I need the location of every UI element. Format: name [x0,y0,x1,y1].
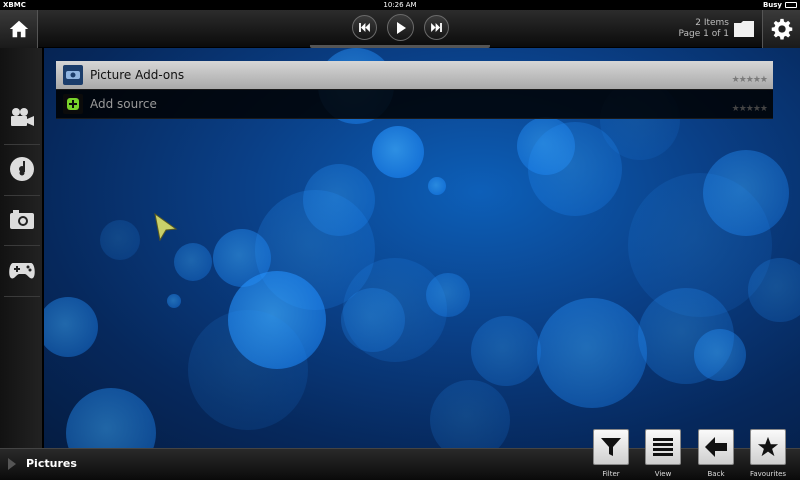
bokeh-circle [748,258,800,322]
list-item-label: Picture Add-ons [90,68,185,82]
filter-icon [601,438,621,456]
busy-status: Busy [762,1,782,9]
bokeh-circle [174,243,212,281]
next-track-button[interactable] [424,15,449,40]
side-nav [0,48,44,448]
bokeh-circle [38,297,98,357]
list-item[interactable]: Picture Add-ons ★★★★★ [56,61,773,90]
gear-icon [771,18,792,40]
view-label: View [654,470,672,478]
page-info: Page 1 of 1 [678,29,730,39]
list-view-icon [653,438,673,456]
bokeh-circle [471,316,541,386]
play-icon [396,21,406,34]
filter-label: Filter [602,470,620,478]
rating-stars: ★★★★★ [731,104,768,114]
folder-icon [734,20,754,41]
gamepad-icon [9,263,35,279]
top-bar-notch [310,45,490,48]
star-icon [757,436,779,457]
camera-icon [10,210,34,229]
favourites-button[interactable]: Favourites [749,429,787,478]
filter-button[interactable]: Filter [592,429,630,478]
back-button[interactable]: Back [697,429,735,478]
battery-icon [785,2,797,8]
item-count: 2 Items [695,18,729,28]
list-item[interactable]: Add source ★★★★★ [56,90,773,119]
sidebar-item-movies[interactable] [0,94,44,142]
next-track-icon [431,23,442,32]
file-list: Picture Add-ons ★★★★★ Add source ★★★★★ [56,61,773,119]
settings-button[interactable] [762,10,800,48]
sidebar-item-games[interactable] [0,246,44,294]
sidebar-item-music[interactable] [0,145,44,193]
top-bar: 2 Items Page 1 of 1 [0,10,800,48]
list-item-label: Add source [90,97,157,111]
transport-controls [352,14,449,41]
video-camera-icon [11,108,34,126]
home-button[interactable] [0,10,38,48]
sidebar-item-pictures[interactable] [0,196,44,244]
back-arrow-icon [705,437,727,457]
home-icon [9,20,28,38]
favourites-label: Favourites [749,470,787,478]
bokeh-circle [167,294,181,308]
bokeh-circle [100,220,140,260]
previous-track-icon [359,23,370,32]
clock: 10:26 AM [383,1,417,9]
bokeh-circle [372,126,424,178]
breadcrumb[interactable]: Pictures [8,457,77,470]
bokeh-circle [537,298,647,408]
bokeh-circle [188,310,308,430]
bokeh-circle [428,177,446,195]
play-button[interactable] [387,14,414,41]
status-bar: XBMC 10:26 AM Busy [0,0,800,10]
bokeh-circle [426,273,470,317]
previous-track-button[interactable] [352,15,377,40]
breadcrumb-arrow-icon [8,457,16,470]
mouse-cursor [154,212,178,245]
music-disc-icon [10,157,34,181]
view-button[interactable]: View [644,429,682,478]
add-source-icon [63,94,83,114]
rating-stars: ★★★★★ [731,75,768,85]
addon-package-icon [63,65,83,85]
nav-divider [4,296,40,297]
bokeh-circle [694,329,746,381]
item-info: 2 Items Page 1 of 1 [679,18,730,40]
back-label: Back [707,470,725,478]
breadcrumb-label: Pictures [26,457,77,470]
